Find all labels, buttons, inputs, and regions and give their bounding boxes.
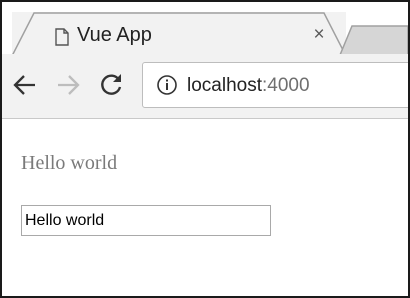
browser-toolbar: localhost:4000: [2, 54, 408, 119]
info-icon[interactable]: [156, 74, 178, 96]
document-icon: [55, 28, 69, 46]
tab-title: Vue App: [77, 24, 152, 46]
back-button[interactable]: [12, 72, 38, 98]
address-bar[interactable]: localhost:4000: [142, 62, 408, 108]
url-host: localhost: [187, 75, 262, 96]
message-text: Hello world: [21, 152, 118, 174]
reload-button[interactable]: [98, 72, 124, 98]
tab-strip: Vue App ×: [2, 2, 408, 56]
url-port: :4000: [262, 75, 310, 96]
tab-vue-app[interactable]: Vue App ×: [12, 12, 346, 56]
url-text[interactable]: localhost:4000: [187, 75, 310, 97]
forward-button[interactable]: [55, 72, 81, 98]
browser-window: Vue App × localhost:4000 Hello world: [0, 0, 410, 298]
page-content: Hello world: [2, 119, 408, 296]
tab-close-icon[interactable]: ×: [308, 24, 330, 46]
message-input[interactable]: [21, 205, 271, 236]
new-tab-button[interactable]: [336, 24, 408, 56]
